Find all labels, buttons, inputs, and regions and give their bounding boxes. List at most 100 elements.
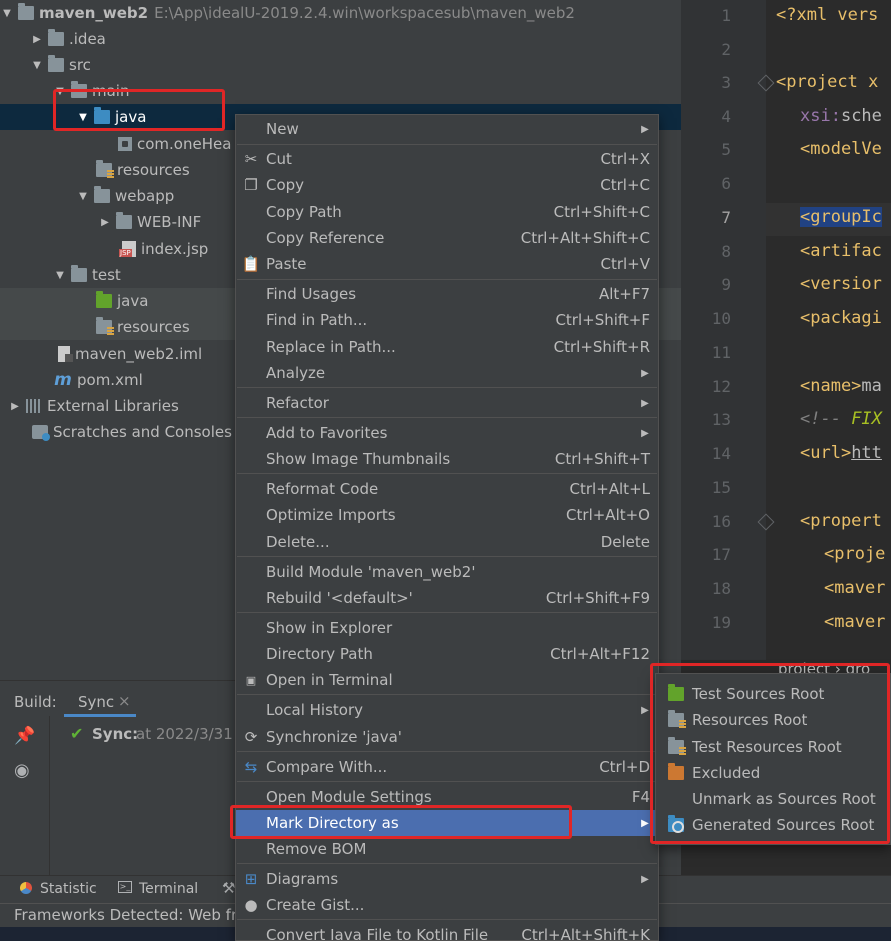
menu-item-analyze[interactable]: Analyze ▶ [236, 360, 658, 386]
expand-arrow-icon[interactable]: ▼ [76, 191, 90, 202]
folder-icon [116, 212, 132, 229]
line-number: 11 [711, 343, 731, 362]
menu-item-paste[interactable]: 📋 Paste Ctrl+V [236, 251, 658, 277]
hammer-icon[interactable]: ⚒ [222, 879, 235, 897]
menu-separator [237, 863, 657, 864]
menu-item-optimize-imports[interactable]: Optimize Imports Ctrl+Alt+O [236, 502, 658, 528]
submenu-item-label: Excluded [692, 764, 761, 782]
menu-item-synchronize[interactable]: ⟳ Synchronize 'java' [236, 724, 658, 750]
code-line: <!-- FIX [800, 409, 882, 429]
collapse-arrow-icon[interactable]: ▶ [30, 34, 44, 45]
expand-arrow-icon[interactable]: ▼ [76, 112, 90, 123]
code-line: <versior [800, 274, 882, 294]
menu-item-find-usages[interactable]: Find Usages Alt+F7 [236, 281, 658, 307]
package-icon [118, 137, 132, 151]
menu-item-open-module-settings[interactable]: Open Module Settings F4 [236, 784, 658, 810]
menu-item-diagrams[interactable]: ⊞ Diagrams ▶ [236, 866, 658, 892]
menu-item-build-module[interactable]: Build Module 'maven_web2' [236, 559, 658, 585]
tab-statistic[interactable]: Statistic [40, 881, 97, 897]
submenu-item-excluded[interactable]: Excluded [656, 760, 890, 786]
pin-icon[interactable]: 📌 [14, 726, 35, 746]
expand-arrow-icon[interactable]: ▼ [53, 270, 67, 281]
tree-node-main[interactable]: ▼ main [0, 78, 681, 104]
submenu-arrow-icon: ▶ [641, 873, 649, 885]
code-token: sche [840, 106, 882, 126]
menu-item-convert-to-kotlin[interactable]: Convert Java File to Kotlin File Ctrl+Alt… [236, 922, 658, 940]
submenu-item-test-resources-root[interactable]: Test Resources Root [656, 734, 890, 760]
menu-item-local-history[interactable]: Local History ▶ [236, 697, 658, 723]
menu-item-create-gist[interactable]: ● Create Gist... [236, 892, 658, 918]
test-source-folder-icon [96, 291, 112, 308]
expand-arrow-icon[interactable]: ▼ [0, 8, 14, 19]
module-folder-icon [18, 3, 34, 20]
expand-arrow-icon[interactable]: ▼ [53, 86, 67, 97]
menu-item-cut[interactable]: ✂ Cut Ctrl+X [236, 146, 658, 172]
tree-node-src[interactable]: ▼ src [0, 52, 681, 78]
menu-item-shortcut: Ctrl+Alt+O [566, 506, 650, 524]
menu-item-label: Create Gist... [266, 896, 365, 914]
resources-root-icon [668, 710, 686, 728]
line-number: 7 [721, 208, 731, 227]
menu-item-directory-path[interactable]: Directory Path Ctrl+Alt+F12 [236, 641, 658, 667]
menu-item-copy-reference[interactable]: Copy Reference Ctrl+Alt+Shift+C [236, 225, 658, 251]
menu-item-reformat-code[interactable]: Reformat Code Ctrl+Alt+L [236, 476, 658, 502]
menu-item-rebuild[interactable]: Rebuild '<default>' Ctrl+Shift+F9 [236, 585, 658, 611]
menu-item-label: Replace in Path... [266, 338, 396, 356]
menu-item-remove-bom[interactable]: Remove BOM [236, 836, 658, 862]
menu-item-shortcut: Ctrl+D [599, 758, 650, 776]
tree-node-project-root[interactable]: ▼ maven_web2 E:\App\idealU-2019.2.4.win\… [0, 0, 681, 26]
sync-status-label: Sync: [92, 725, 139, 743]
menu-item-copy[interactable]: ❐ Copy Ctrl+C [236, 172, 658, 198]
tree-node-label: External Libraries [47, 397, 179, 415]
menu-item-shortcut: Ctrl+Alt+L [569, 480, 651, 498]
menu-item-add-to-favorites[interactable]: Add to Favorites ▶ [236, 420, 658, 446]
eye-icon[interactable]: ◉ [14, 760, 30, 781]
tree-node-idea[interactable]: ▶ .idea [0, 26, 681, 52]
menu-separator [237, 279, 657, 280]
menu-item-mark-directory-as[interactable]: Mark Directory as ▶ [236, 810, 658, 836]
submenu-item-generated-sources-root[interactable]: Generated Sources Root [656, 812, 890, 838]
expand-arrow-icon[interactable]: ▼ [30, 60, 44, 71]
submenu-item-resources-root[interactable]: Resources Root [656, 707, 890, 733]
menu-item-open-in-terminal[interactable]: ▣ Open in Terminal [236, 667, 658, 693]
code-line: <url>htt [800, 443, 882, 463]
menu-item-shortcut: Ctrl+Shift+C [553, 203, 650, 221]
code-token: <!-- [800, 409, 852, 429]
menu-item-show-image-thumbnails[interactable]: Show Image Thumbnails Ctrl+Shift+T [236, 446, 658, 472]
close-icon[interactable]: × [118, 692, 131, 710]
submenu-item-unmark-sources-root[interactable]: Unmark as Sources Root [656, 786, 890, 812]
tree-node-label: resources [117, 161, 190, 179]
submenu-item-test-sources-root[interactable]: Test Sources Root [656, 681, 890, 707]
collapse-arrow-icon[interactable]: ▶ [8, 401, 22, 412]
menu-item-label: Paste [266, 255, 307, 273]
code-line: <maver [824, 612, 886, 632]
collapse-arrow-icon[interactable]: ▶ [98, 217, 112, 228]
code-token: <groupIc [800, 207, 882, 227]
menu-item-delete[interactable]: Delete... Delete [236, 529, 658, 555]
tree-node-label: index.jsp [141, 240, 209, 258]
menu-item-label: Copy Reference [266, 229, 385, 247]
compare-icon: ⇆ [244, 758, 258, 776]
tab-sync[interactable]: Sync [78, 693, 114, 711]
menu-item-replace-in-path[interactable]: Replace in Path... Ctrl+Shift+R [236, 334, 658, 360]
menu-separator [237, 417, 657, 418]
tree-node-label: test [92, 266, 121, 284]
menu-item-copy-path[interactable]: Copy Path Ctrl+Shift+C [236, 199, 658, 225]
menu-item-show-in-explorer[interactable]: Show in Explorer [236, 615, 658, 641]
menu-item-new[interactable]: New ▶ [236, 116, 658, 142]
code-line: <project x [776, 72, 879, 92]
context-menu: New ▶ ✂ Cut Ctrl+X ❐ Copy Ctrl+C Copy Path Ctr… [235, 114, 659, 941]
folder-icon [94, 186, 110, 203]
menu-item-find-in-path[interactable]: Find in Path... Ctrl+Shift+F [236, 307, 658, 333]
submenu-arrow-icon: ▶ [641, 397, 649, 409]
line-number: 8 [721, 242, 731, 261]
code-line: <maver [824, 578, 886, 598]
code-line: xsi:sche [800, 106, 882, 126]
status-message[interactable]: Frameworks Detected: Web fra [14, 906, 246, 924]
menu-item-refactor[interactable]: Refactor ▶ [236, 390, 658, 416]
menu-item-compare-with[interactable]: ⇆ Compare With... Ctrl+D [236, 754, 658, 780]
tab-terminal[interactable]: Terminal [139, 881, 198, 897]
tree-node-label: WEB-INF [137, 213, 202, 231]
menu-item-shortcut: Delete [600, 533, 650, 551]
line-number: 10 [711, 309, 731, 328]
